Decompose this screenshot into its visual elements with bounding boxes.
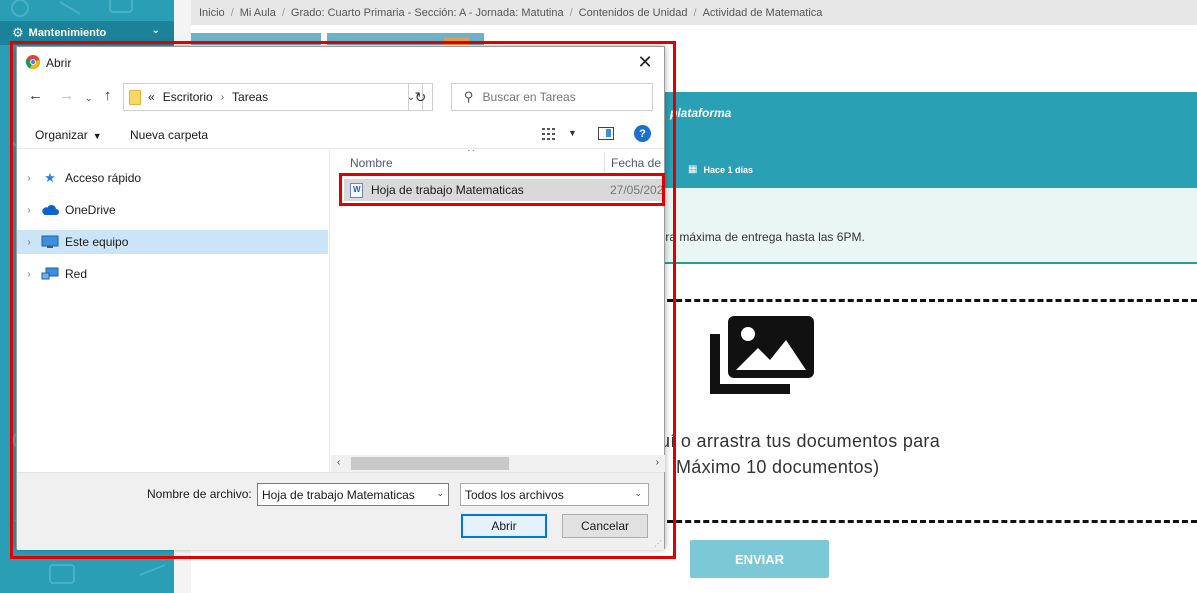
- file-name: Hoja de trabajo Matematicas: [371, 183, 524, 197]
- open-button[interactable]: Abrir: [461, 514, 547, 538]
- forward-arrow-icon[interactable]: →: [59, 88, 74, 104]
- send-button[interactable]: ENVIAR: [690, 540, 829, 578]
- nav-item-label: Acceso rápido: [65, 171, 142, 185]
- search-icon: ⚲: [464, 89, 474, 104]
- caret-down-icon: ▼: [92, 131, 102, 141]
- preview-pane-icon[interactable]: [598, 127, 614, 140]
- sort-ascending-icon: ^: [467, 150, 475, 156]
- scroll-right-icon[interactable]: ›: [656, 457, 659, 468]
- chevron-right-icon[interactable]: ›: [19, 237, 39, 248]
- organize-menu[interactable]: Organizar ▼: [35, 128, 102, 142]
- organize-label: Organizar: [35, 128, 88, 142]
- nav-item-label: Este equipo: [65, 235, 129, 249]
- address-overflow[interactable]: «: [148, 90, 155, 104]
- images-icon: [710, 316, 814, 394]
- network-icon: [41, 267, 59, 281]
- filename-label: Nombre de archivo:: [147, 487, 252, 501]
- search-input[interactable]: [482, 90, 633, 104]
- help-icon[interactable]: ?: [634, 125, 651, 142]
- time-ago-label: Hace 1 días: [703, 164, 753, 175]
- deadline-text: hora máxima de entrega hasta las 6PM.: [652, 230, 865, 244]
- file-type-select[interactable]: Todos los archivos ⌄: [460, 483, 649, 506]
- caret-down-icon[interactable]: ▼: [568, 128, 577, 138]
- file-type-value: Todos los archivos: [465, 487, 564, 502]
- nav-item-quick-access[interactable]: › ★ Acceso rápido: [17, 166, 328, 190]
- file-row[interactable]: Hoja de trabajo Matematicas 27/05/202: [344, 179, 664, 201]
- chrome-icon: [26, 55, 40, 69]
- address-part-escritorio[interactable]: Escritorio: [163, 90, 213, 104]
- chevron-right-icon[interactable]: ›: [221, 92, 224, 103]
- recent-locations-icon[interactable]: ⌄: [85, 90, 93, 106]
- navigation-pane: › ★ Acceso rápido › OneDrive › Este equi…: [17, 150, 330, 472]
- info-band: hora máxima de entrega hasta las 6PM.: [640, 188, 1197, 264]
- new-folder-button[interactable]: Nueva carpeta: [130, 128, 208, 142]
- dialog-toolbar: Organizar ▼ Nueva carpeta ▼ ?: [17, 119, 664, 149]
- chevron-down-icon: ⌄: [151, 25, 160, 36]
- address-row: ← → ⌄ ↑ « Escritorio › Tareas ⌄ ↻ ⚲: [17, 81, 664, 113]
- breadcrumb-separator: /: [569, 6, 573, 19]
- breadcrumb-item-actividad: Actividad de Matematica: [702, 6, 823, 19]
- file-date: 27/05/202: [610, 183, 664, 197]
- nav-item-network[interactable]: › Red: [17, 262, 328, 286]
- star-icon: ★: [44, 170, 56, 185]
- search-box[interactable]: ⚲: [451, 83, 653, 111]
- drop-zone-text-2: Máximo 10 documentos): [676, 457, 880, 477]
- breadcrumb-separator: /: [281, 6, 285, 19]
- sidebar-section-label: Mantenimiento: [28, 27, 107, 39]
- column-header-name[interactable]: Nombre: [350, 150, 393, 176]
- view-options-icon[interactable]: [542, 128, 558, 140]
- address-bar[interactable]: « Escritorio › Tareas ⌄: [123, 83, 423, 111]
- scroll-left-icon[interactable]: ‹: [337, 457, 340, 468]
- open-file-dialog: Abrir ✕ ← → ⌄ ↑ « Escritorio › Tareas ⌄ …: [16, 46, 665, 550]
- up-arrow-icon[interactable]: ↑: [104, 88, 112, 104]
- calendar-icon: ▦: [688, 164, 698, 175]
- breadcrumb-separator: /: [230, 6, 234, 19]
- banner-time-ago: ▦ Hace 1 días: [688, 164, 753, 175]
- sidebar-section-mantenimiento[interactable]: ⚙ Mantenimiento ⌄: [0, 21, 174, 45]
- chevron-down-icon[interactable]: ⌄: [634, 488, 642, 499]
- folder-icon: [129, 89, 141, 105]
- breadcrumb: Inicio / Mi Aula / Grado: Cuarto Primari…: [191, 0, 1197, 25]
- chevron-right-icon[interactable]: ›: [19, 269, 39, 280]
- dialog-footer: Nombre de archivo: Hoja de trabajo Matem…: [17, 472, 664, 550]
- close-icon[interactable]: ✕: [634, 51, 656, 73]
- chevron-right-icon[interactable]: ›: [19, 205, 39, 216]
- dialog-title: Abrir: [46, 56, 72, 70]
- tab-button-2[interactable]: [327, 33, 484, 45]
- dialog-titlebar: Abrir ✕: [17, 47, 664, 77]
- address-part-tareas[interactable]: Tareas: [232, 90, 268, 104]
- filename-value: Hoja de trabajo Matematicas: [262, 487, 415, 502]
- chevron-right-icon[interactable]: ›: [19, 173, 39, 184]
- horizontal-scrollbar[interactable]: ‹ ›: [331, 455, 665, 472]
- word-document-icon: [350, 182, 363, 198]
- activity-banner: plataforma ▦ Hace 1 días: [640, 92, 1197, 188]
- computer-icon: [41, 235, 59, 249]
- nav-item-this-pc[interactable]: › Este equipo: [17, 230, 328, 254]
- chevron-down-icon[interactable]: ⌄: [436, 488, 444, 499]
- banner-platform-text: plataforma: [670, 106, 732, 120]
- file-list: ^ Nombre Fecha de m Hoja de trabajo Mate…: [331, 150, 665, 472]
- tab-button-1[interactable]: [191, 33, 321, 45]
- drop-zone-text-1: uí o arrastra tus documentos para: [660, 431, 941, 451]
- back-arrow-icon[interactable]: ←: [28, 88, 43, 104]
- refresh-icon[interactable]: ↻: [408, 83, 433, 111]
- filename-input[interactable]: Hoja de trabajo Matematicas ⌄: [257, 483, 449, 506]
- column-header-date[interactable]: Fecha de m: [611, 150, 665, 176]
- column-divider[interactable]: [604, 152, 605, 172]
- resize-grip-icon[interactable]: ⋰: [654, 539, 662, 548]
- nav-item-label: OneDrive: [65, 203, 116, 217]
- nav-item-label: Red: [65, 267, 88, 281]
- scrollbar-thumb[interactable]: [351, 457, 509, 470]
- breadcrumb-separator: /: [693, 6, 697, 19]
- cancel-button[interactable]: Cancelar: [562, 514, 648, 538]
- breadcrumb-item-grado[interactable]: Grado: Cuarto Primaria - Sección: A - Jo…: [291, 7, 564, 19]
- gear-icon: ⚙: [12, 25, 24, 40]
- breadcrumb-item-inicio[interactable]: Inicio: [199, 7, 225, 19]
- nav-item-onedrive[interactable]: › OneDrive: [17, 198, 328, 222]
- cloud-icon: [41, 203, 59, 217]
- breadcrumb-item-mi-aula[interactable]: Mi Aula: [240, 7, 276, 19]
- breadcrumb-item-contenidos[interactable]: Contenidos de Unidad: [579, 7, 688, 19]
